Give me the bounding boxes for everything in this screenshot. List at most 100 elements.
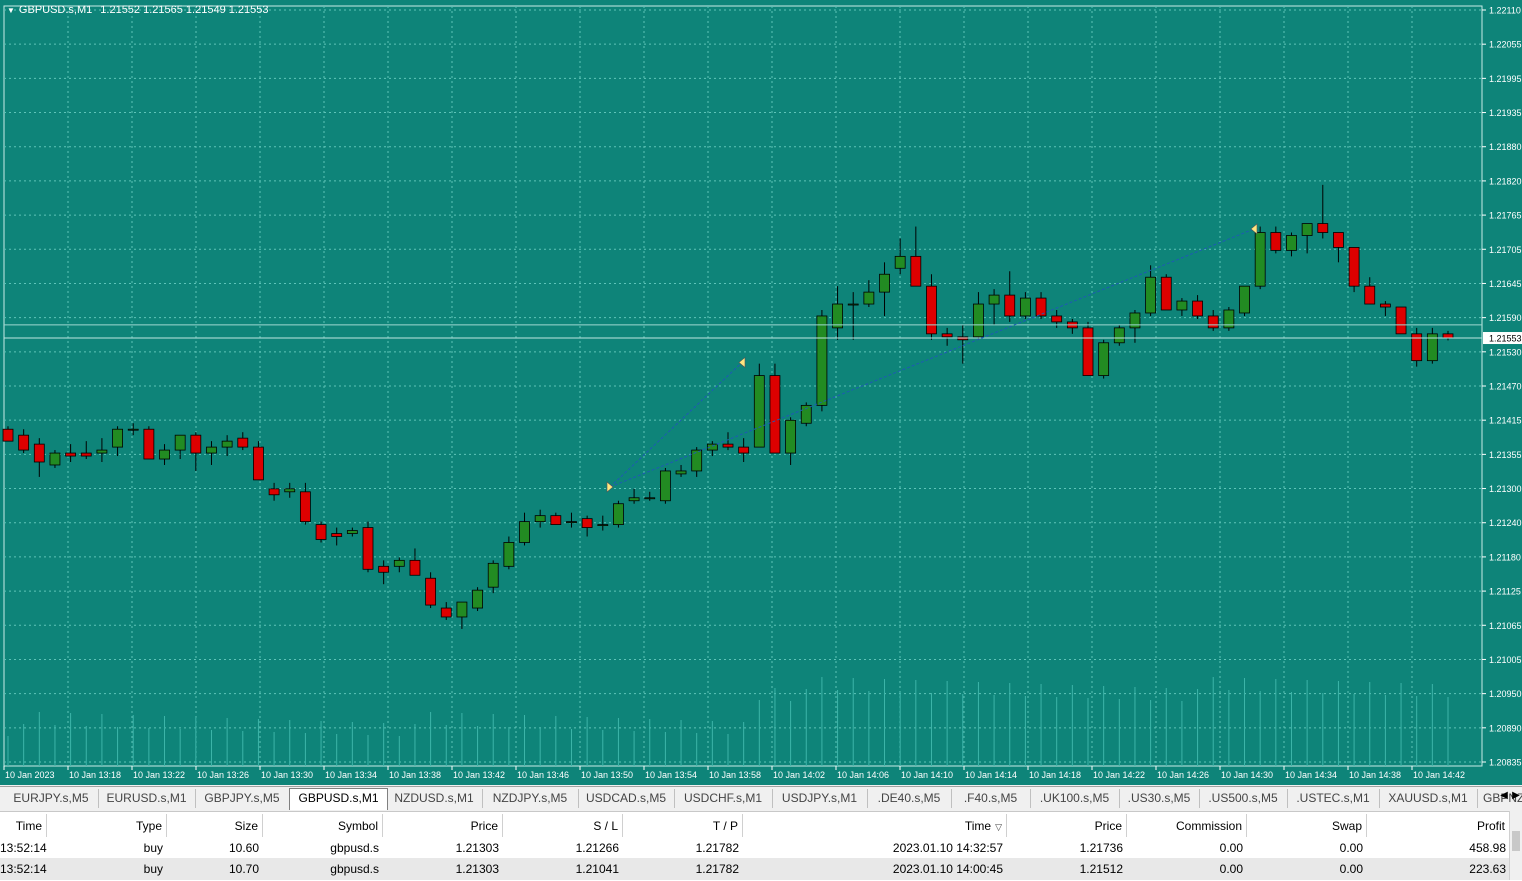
scrollbar-thumb[interactable] xyxy=(1512,831,1520,851)
tab-us500-s-m5[interactable]: .US500.s,M5 xyxy=(1199,789,1288,808)
tabs-scroll-right-icon[interactable]: ▶ xyxy=(1510,790,1522,801)
candle-bear xyxy=(1364,285,1376,305)
candle-bear xyxy=(1317,223,1329,233)
price-axis-label: 1.21065 xyxy=(1489,621,1522,631)
price-axis-label: 1.21590 xyxy=(1489,313,1522,323)
candle-bear xyxy=(1082,327,1094,376)
price-axis-label: 1.21180 xyxy=(1489,552,1521,562)
candle-bear xyxy=(1395,306,1407,335)
candle-bear xyxy=(362,527,374,570)
column-header[interactable]: Profit xyxy=(1367,814,1510,838)
table-row[interactable]: 13:52:14 buy 10.70 gbpusd.s 1.21303 1.21041 1.… xyxy=(0,858,1510,880)
table-cell: 10.70 xyxy=(228,862,259,876)
candle-bear xyxy=(2,428,14,442)
tab-usdjpy-s-m1[interactable]: USDJPY.s,M1 xyxy=(772,789,868,808)
tab-f40-s-m5[interactable]: .F40.s,M5 xyxy=(951,789,1031,808)
candle-bull xyxy=(973,303,984,338)
price-axis-label: 1.22055 xyxy=(1489,40,1522,50)
candle-bear xyxy=(65,452,77,457)
time-axis-label: 10 Jan 14:22 xyxy=(1093,770,1145,780)
table-cell: 223.63 xyxy=(1469,862,1506,876)
price-axis-label: 1.21300 xyxy=(1489,484,1522,494)
candle-bull xyxy=(1286,235,1297,251)
tab-ustec-s-m1[interactable]: .USTEC.s,M1 xyxy=(1287,789,1380,808)
chart-menu-icon[interactable]: ▼ xyxy=(7,6,15,15)
candle-bull xyxy=(284,488,296,493)
time-axis-label: 10 Jan 13:30 xyxy=(261,770,313,780)
column-header[interactable]: Price xyxy=(1007,814,1127,838)
tab-eurjpy-s-m5[interactable]: EURJPY.s,M5 xyxy=(4,789,99,808)
column-header[interactable]: Price xyxy=(383,814,503,838)
candle-bear xyxy=(299,491,311,523)
candle-bear xyxy=(425,577,437,606)
time-axis-label: 10 Jan 13:22 xyxy=(133,770,185,780)
trade-exit-marker xyxy=(1250,223,1258,235)
candle-bear xyxy=(1192,300,1203,317)
tab-xauusd-s-m1[interactable]: XAUUSD.s,M1 xyxy=(1379,789,1478,808)
time-axis-label: 10 Jan 14:18 xyxy=(1029,770,1081,780)
candle-bull xyxy=(1098,342,1110,376)
tab-eurusd-s-m1[interactable]: EURUSD.s,M1 xyxy=(98,789,196,808)
tab-gbpusd-s-m1[interactable]: GBPUSD.s,M1 xyxy=(289,788,388,810)
column-header[interactable]: Commission xyxy=(1127,814,1247,838)
chart-header: ▼ GBPUSD.s,M1 1.21552 1.21565 1.21549 1.… xyxy=(7,4,269,16)
candle-bear xyxy=(926,285,937,335)
column-header[interactable]: Time ▽ xyxy=(743,814,1007,838)
table-cell: 13:52:14 xyxy=(0,841,47,855)
candle-bear xyxy=(769,375,781,454)
table-scrollbar[interactable] xyxy=(1509,811,1522,880)
candle-bear xyxy=(738,446,750,454)
trade-exit-marker xyxy=(738,356,746,369)
tab-usdcad-s-m5[interactable]: USDCAD.s,M5 xyxy=(578,789,675,808)
column-header[interactable]: Time xyxy=(0,814,47,838)
chart-header-prices: 1.21552 1.21565 1.21549 1.21553 xyxy=(100,4,269,16)
column-header[interactable]: Type xyxy=(47,814,167,838)
candle-bull xyxy=(221,440,233,448)
candle-bear xyxy=(1442,333,1454,339)
tabs-scroll-left-icon[interactable]: ◀ xyxy=(1498,790,1510,801)
candle-bull xyxy=(472,589,483,609)
candle-bull xyxy=(519,521,530,543)
tab-us30-s-m5[interactable]: .US30.s,M5 xyxy=(1119,789,1200,808)
candle-bear xyxy=(910,255,922,287)
table-cell: 458.98 xyxy=(1469,841,1506,855)
tab-uk100-s-m5[interactable]: .UK100.s,M5 xyxy=(1030,789,1120,808)
candle-bull xyxy=(503,542,515,567)
time-axis-label: 10 Jan 13:50 xyxy=(581,770,633,780)
table-cell: 1.21303 xyxy=(455,841,499,855)
candle-bull xyxy=(1176,300,1188,311)
tab-gbpjpy-s-m5[interactable]: GBPJPY.s,M5 xyxy=(195,789,290,808)
table-row[interactable]: 13:52:14 buy 10.60 gbpusd.s 1.21303 1.21266 1.… xyxy=(0,837,1510,859)
candle-bull xyxy=(894,255,906,269)
candle-bull xyxy=(159,449,170,460)
candle-bull xyxy=(112,428,123,448)
time-axis-label: 10 Jan 14:06 xyxy=(837,770,889,780)
candle-bull xyxy=(393,559,405,567)
candle-bear xyxy=(1379,303,1391,308)
table-cell: 1.21736 xyxy=(1079,841,1123,855)
candle-bull xyxy=(566,521,577,524)
tab-nzdusd-s-m1[interactable]: NZDUSD.s,M1 xyxy=(386,789,483,808)
candle-bull xyxy=(1239,285,1250,314)
candle-bull xyxy=(174,434,186,451)
price-axis-label: 1.21240 xyxy=(1489,518,1522,528)
column-header[interactable]: Symbol xyxy=(263,814,383,838)
candle-bull xyxy=(785,419,797,454)
column-header[interactable]: T / P xyxy=(623,814,743,838)
table-cell: 2023.01.10 14:00:45 xyxy=(892,862,1003,876)
column-header[interactable]: S / L xyxy=(503,814,623,838)
trade-entry-marker xyxy=(606,481,614,493)
candle-bear xyxy=(378,565,390,573)
table-cell: 1.21303 xyxy=(455,862,499,876)
price-axis-label: 1.22110 xyxy=(1489,6,1521,16)
candle-bull xyxy=(127,428,139,431)
candle-bear xyxy=(1333,232,1344,248)
chart-area[interactable]: ▼ GBPUSD.s,M1 1.21552 1.21565 1.21549 1.… xyxy=(0,0,1522,785)
price-axis-label: 1.21765 xyxy=(1489,211,1522,221)
table-cell: 2023.01.10 14:32:57 xyxy=(892,841,1003,855)
column-header[interactable]: Swap xyxy=(1247,814,1367,838)
tab-de40-s-m5[interactable]: .DE40.s,M5 xyxy=(867,789,952,808)
tab-usdchf-s-m1[interactable]: USDCHF.s,M1 xyxy=(674,789,773,808)
column-header[interactable]: Size xyxy=(167,814,263,838)
tab-nzdjpy-s-m5[interactable]: NZDJPY.s,M5 xyxy=(482,789,579,808)
